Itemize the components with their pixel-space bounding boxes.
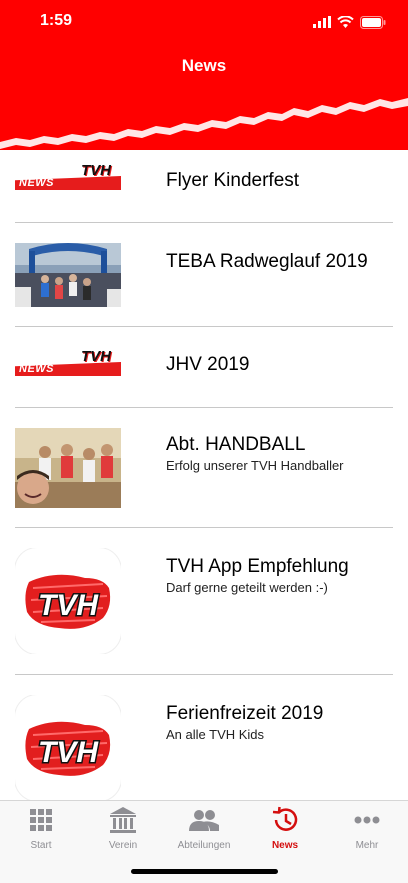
item-subtitle: Darf gerne geteilt werden :-) [166,580,328,595]
status-icons [313,12,386,32]
tab-news[interactable]: News [244,805,326,851]
tvh-app-icon: TVH [15,548,121,654]
divider [15,326,393,327]
history-clock-icon [244,805,326,835]
people-icon [163,805,245,835]
news-logo-brand: TVH [81,162,111,179]
tab-start[interactable]: Start [0,805,82,851]
tab-label: Abteilungen [177,840,231,851]
tvh-app-icon: TVH [15,695,121,801]
item-title: JHV 2019 [166,354,250,375]
signal-icon [313,16,331,28]
news-logo-word: NEWS [19,177,54,189]
svg-text:TVH: TVH [38,736,99,769]
item-title: TEBA Radweglauf 2019 [166,251,368,272]
list-item[interactable]: NEWS TVH Flyer Kinderfest [15,160,393,202]
list-item[interactable]: TEBA Radweglauf 2019 [15,243,393,307]
tab-abteilungen[interactable]: Abteilungen [163,805,245,851]
tab-label: Verein [108,840,138,851]
more-dots-icon [326,805,408,835]
item-title: TVH App Empfehlung [166,556,349,577]
divider [15,222,393,223]
news-logo-word: NEWS [19,363,54,375]
tab-label: News [271,840,299,851]
news-thumbnail: NEWS TVH [15,348,121,378]
svg-text:TVH: TVH [38,589,99,622]
item-title: Ferienfreizeit 2019 [166,703,324,724]
tab-label: Mehr [355,840,379,851]
item-title: Flyer Kinderfest [166,170,300,191]
divider [15,674,393,675]
photo-thumbnail [15,243,121,312]
list-item[interactable]: NEWS TVH JHV 2019 [15,346,393,388]
list-item[interactable]: TVH Ferienfreizeit 2019 An alle TVH Kids [15,695,393,801]
list-item[interactable]: Abt. HANDBALL Erfolg unserer TVH Handbal… [15,428,393,508]
tab-label: Start [30,840,52,851]
item-title: Abt. HANDBALL [166,434,306,455]
header-torn-edge [0,96,408,149]
news-thumbnail: NEWS TVH [15,162,121,192]
item-subtitle: Erfolg unserer TVH Handballer [166,458,344,473]
tab-mehr[interactable]: Mehr [326,805,408,851]
item-subtitle: An alle TVH Kids [166,727,265,742]
tab-verein[interactable]: Verein [82,805,164,851]
photo-thumbnail [15,428,121,513]
divider [15,407,393,408]
wifi-icon [337,16,354,28]
home-indicator[interactable] [131,869,278,874]
list-item[interactable]: TVH TVH App Empfehlung Darf gerne geteil… [15,548,393,654]
battery-icon [360,15,386,29]
grid-icon [0,805,82,835]
news-logo-brand: TVH [81,348,111,365]
status-time: 1:59 [40,12,73,29]
divider [15,527,393,528]
bank-icon [82,805,164,835]
page-title: News [181,56,227,75]
